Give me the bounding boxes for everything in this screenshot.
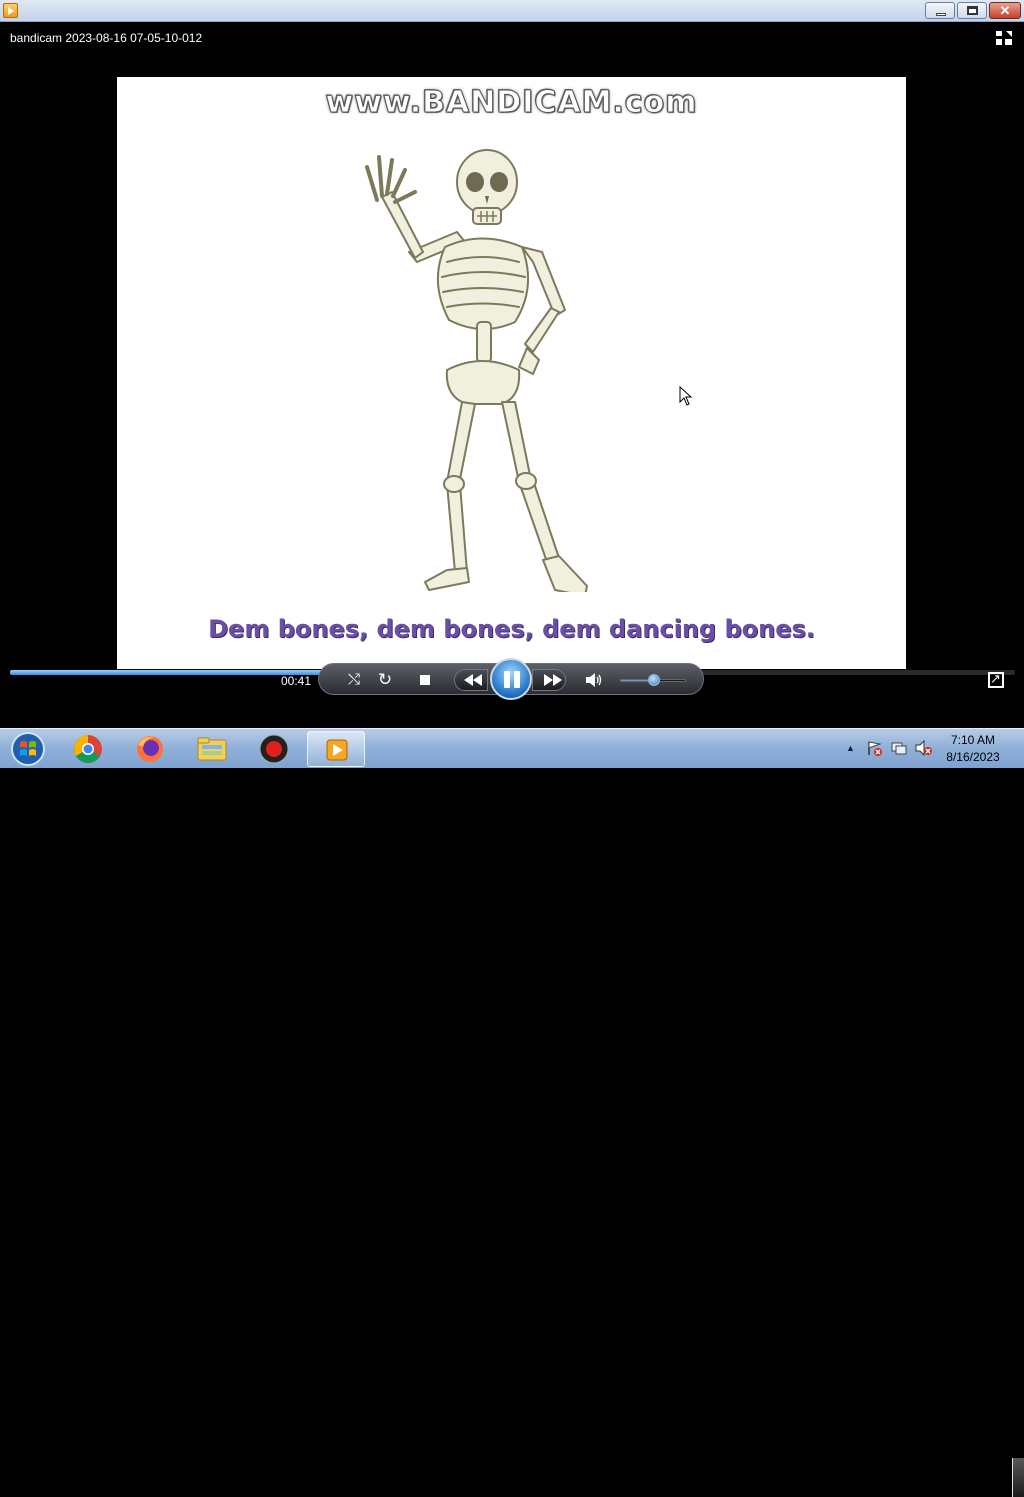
mute-button[interactable] [584,670,604,690]
dancing-skeleton-illustration [365,149,588,592]
video-frame[interactable]: www.BANDICAM.com Dem bones, dem bones, d… [117,77,906,669]
title-bar: ✕ [0,0,1024,22]
player-area[interactable]: bandicam 2023-08-16 07-05-10-012 www.BAN… [0,22,1024,728]
restore-button[interactable] [957,2,987,19]
close-button[interactable]: ✕ [989,2,1021,19]
taskbar-chrome[interactable] [59,731,117,767]
next-button[interactable] [532,669,566,691]
file-title: bandicam 2023-08-16 07-05-10-012 [10,31,203,45]
speaker-icon [586,673,602,687]
taskbar-explorer[interactable] [183,731,241,767]
elapsed-time: 00:41 [281,674,312,688]
switch-to-now-playing-button[interactable] [988,671,1004,688]
firefox-icon [137,736,163,762]
stop-icon [420,675,430,685]
shuffle-icon: ⤭ [347,671,360,688]
switch-to-library-icon[interactable] [995,30,1013,46]
flag-icon[interactable] [866,740,883,756]
previous-button[interactable] [454,669,488,691]
shuffle-button[interactable]: ⤭ [344,670,364,690]
volume-muted-icon[interactable] [915,740,932,756]
clock-date[interactable]: 8/16/2023 [940,750,1006,764]
show-desktop-button[interactable] [1012,1458,1024,1497]
windows-start-icon[interactable] [6,731,50,767]
video-caption: Dem bones, dem bones, dem dancing bones. [208,615,815,643]
clock-time[interactable]: 7:10 AM [943,733,1003,747]
close-icon: ✕ [999,3,1011,18]
media-player-icon [326,739,348,761]
chrome-icon [74,735,102,763]
bandicam-icon [259,734,289,764]
rewind-icon [464,674,482,686]
pause-icon [514,671,520,688]
show-hidden-icons-icon[interactable]: ▲ [846,743,855,753]
repeat-button[interactable]: ↻ [375,670,395,690]
explorer-icon [197,737,227,761]
media-player-icon[interactable] [3,3,18,18]
pause-button[interactable] [490,658,532,700]
taskbar-firefox[interactable] [121,731,179,767]
network-icon[interactable] [891,740,908,756]
taskbar-media-player[interactable] [307,731,365,767]
stop-button[interactable] [415,670,435,690]
repeat-icon: ↻ [377,670,393,689]
fast-forward-icon [544,674,562,686]
minimize-button[interactable] [925,2,955,19]
minimize-icon [936,13,946,16]
restore-icon [967,6,978,15]
pause-icon [504,671,510,688]
taskbar-bandicam[interactable] [245,731,303,767]
mouse-cursor-icon [679,386,693,406]
